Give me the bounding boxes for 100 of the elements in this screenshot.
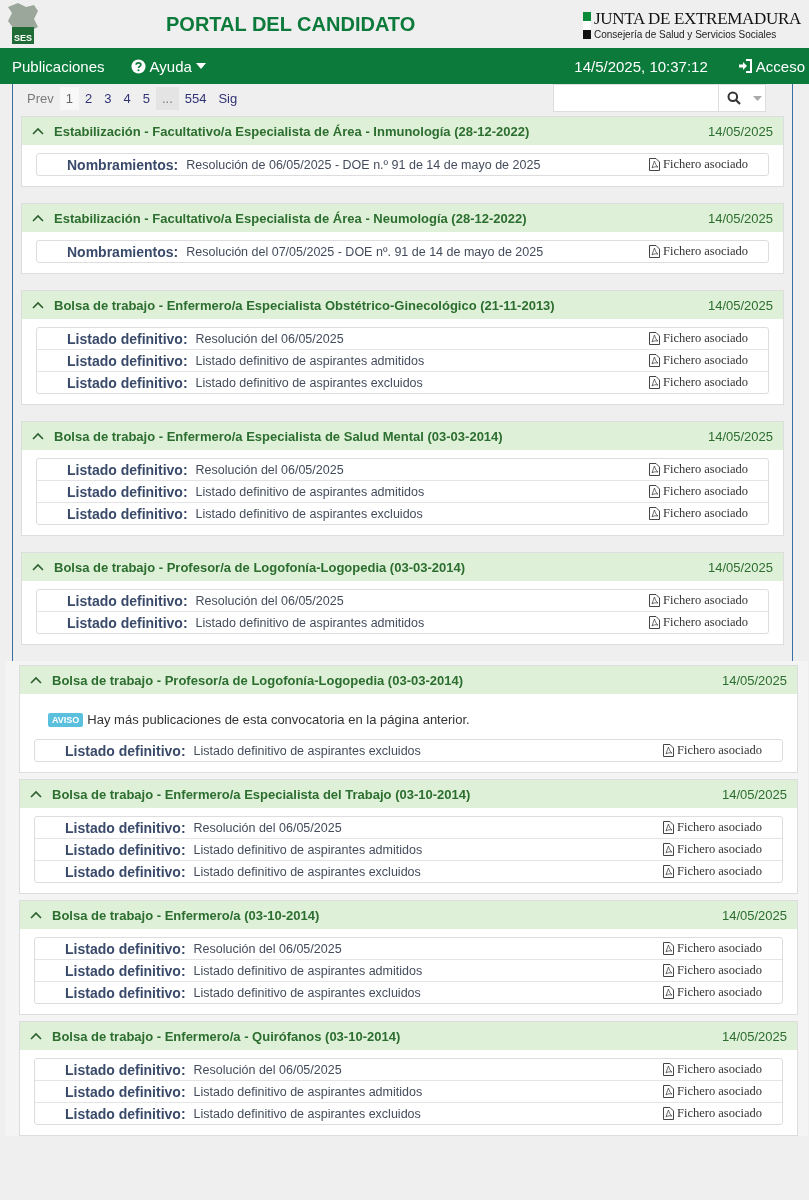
publication-header[interactable]: Estabilización - Facultativo/a Especialista de Área - Inmunología (28-12-2022) 14/05/2025 [22,117,783,145]
row-text: Resolución del 06/05/2025 [195,593,344,608]
row-text: Resolución del 06/05/2025 [193,941,342,956]
row-text: Listado definitivo de aspirantes excluidos [193,1106,421,1121]
file-link[interactable]: Fichero asociado [662,941,762,956]
file-link[interactable]: Fichero asociado [662,985,762,1000]
publication-header[interactable]: Bolsa de trabajo - Enfermero/a Especialista Obstétrico-Ginecológico (21-11-2013) 14/05/2025 [22,291,783,319]
portal-title: PORTAL DEL CANDIDATO [166,12,416,36]
publication-date: 14/05/2025 [707,559,773,575]
row-text: Listado definitivo de aspirantes excluidos [193,985,421,1000]
nav-link[interactable]: Publicaciones [12,57,105,75]
row-label: Listado definitivo: [67,352,188,369]
file-link[interactable]: Fichero asociado [662,864,762,879]
file-link[interactable]: Fichero asociado [648,462,748,477]
page-link[interactable]: 1 [59,86,79,110]
publication-header[interactable]: Estabilización - Facultativo/a Especialista de Área - Neumología (28-12-2022) 14/05/2025 [22,204,783,232]
file-link[interactable]: Fichero asociado [648,331,748,346]
publication-date: 14/05/2025 [721,786,787,802]
chevron-icon [30,1032,42,1040]
sign-in-icon [737,59,752,73]
row-label: Listado definitivo: [67,330,188,347]
pdf-file-icon [648,245,660,258]
file-link[interactable]: Fichero asociado [662,743,762,758]
chevron-icon [32,301,44,309]
publication-title: Bolsa de trabajo - Profesor/a de Logofonía-Logopedia (03-03-2014) [54,559,466,575]
row-text: Listado definitivo de aspirantes admitidos [195,484,425,499]
page-link[interactable]: 554 [178,86,213,110]
file-link[interactable]: Fichero asociado [648,615,748,630]
page-link[interactable]: 3 [98,86,118,110]
chevron-icon [32,563,44,571]
file-link[interactable]: Fichero asociado [648,353,748,368]
row-text: Resolución del 06/05/2025 [193,1062,342,1077]
file-link[interactable]: Fichero asociado [662,1062,762,1077]
publication-header[interactable]: Bolsa de trabajo - Enfermero/a Especialista del Trabajo (03-10-2014) 14/05/2025 [20,780,797,808]
logo-text: SES [14,33,32,43]
publication-date: 14/05/2025 [707,123,773,139]
row-label: Listado definitivo: [65,984,186,1001]
row-label: Listado definitivo: [67,592,188,609]
chevron-icon [32,127,44,135]
file-link[interactable]: Fichero asociado [648,484,748,499]
publication-header[interactable]: Bolsa de trabajo - Profesor/a de Logofonía-Logopedia (03-03-2014) 14/05/2025 [22,553,783,581]
row-label: Nombramientos: [67,243,179,260]
file-link[interactable]: Fichero asociado [662,820,762,835]
row-label: Listado definitivo: [65,940,186,957]
search-field[interactable] [553,84,766,112]
pdf-file-icon [662,744,674,757]
pdf-file-icon [648,594,660,607]
publication-title: Bolsa de trabajo - Enfermero/a Especialista del Trabajo (03-10-2014) [52,786,471,802]
file-link[interactable]: Fichero asociado [648,506,748,521]
publication-title: Estabilización - Facultativo/a Especialista de Área - Inmunología (28-12-2022) [54,123,530,139]
help-icon [130,58,146,74]
pdf-file-icon [662,843,674,856]
publication-header[interactable]: Bolsa de trabajo - Enfermero/a (03-10-2014) 14/05/2025 [20,901,797,929]
file-link[interactable]: Fichero asociado [648,244,748,259]
publication-header[interactable]: Bolsa de trabajo - Enfermero/a Especialista de Salud Mental (03-03-2014) 14/05/2025 [22,422,783,450]
page-link[interactable]: Sig [212,86,244,110]
notice-text: Hay más publicaciones de esta convocatoria en la página anterior. [87,712,470,727]
help-menu[interactable]: Ayuda [130,57,206,75]
pdf-file-icon [662,1107,674,1120]
page-link: ... [155,86,179,110]
file-link[interactable]: Fichero asociado [662,1084,762,1099]
publication-title: Bolsa de trabajo - Enfermero/a Especialista de Salud Mental (03-03-2014) [54,428,503,444]
pdf-file-icon [648,376,660,389]
row-label: Listado definitivo: [67,374,188,391]
page-link[interactable]: 2 [78,86,99,110]
caret-icon [195,63,206,69]
pdf-file-icon [648,507,660,520]
date-time: 14/5/2025, 10:37:12 [574,57,708,75]
pdf-file-icon [662,865,674,878]
publication-title: Bolsa de trabajo - Profesor/a de Logofonía-Logopedia (03-03-2014) [52,672,464,688]
row-text: Listado definitivo de aspirantes admitidos [193,1084,423,1099]
organization-subtitle: Consejería de Salud y Servicios Sociales [593,28,778,40]
login-link[interactable]: Acceso [737,57,805,75]
page-link[interactable]: 5 [136,86,156,110]
search-icon [727,91,741,105]
row-label: Listado definitivo: [65,742,186,759]
file-link[interactable]: Fichero asociado [662,963,762,978]
row-text: Listado definitivo de aspirantes excluidos [195,375,423,390]
pdf-file-icon [662,942,674,955]
file-link[interactable]: Fichero asociado [648,157,748,172]
row-label: Listado definitivo: [67,614,188,631]
row-text: Listado definitivo de aspirantes admitidos [193,963,423,978]
row-text: Resolución del 06/05/2025 [193,820,342,835]
pdf-file-icon [662,986,674,999]
file-link[interactable]: Fichero asociado [662,842,762,857]
publication-title: Bolsa de trabajo - Enfermero/a - Quirófanos (03-10-2014) [52,1028,401,1044]
pdf-file-icon [648,158,660,171]
notice-badge: AVISO [48,712,84,727]
publication-header[interactable]: Bolsa de trabajo - Enfermero/a - Quirófanos (03-10-2014) 14/05/2025 [20,1022,797,1050]
organization-name: JUNTA DE EXTREMADURA [593,8,801,29]
pdf-file-icon [648,332,660,345]
file-link[interactable]: Fichero asociado [648,593,748,608]
publication-date: 14/05/2025 [707,210,773,226]
page-link[interactable]: 4 [117,86,137,110]
publication-header[interactable]: Bolsa de trabajo - Profesor/a de Logofonía-Logopedia (03-03-2014) 14/05/2025 [20,666,797,694]
row-text: Resolución de 06/05/2025 - DOE n.º 91 de 14 de mayo de 2025 [186,157,541,172]
file-link[interactable]: Fichero asociado [662,1106,762,1121]
flag-icon [582,11,591,40]
file-link[interactable]: Fichero asociado [648,375,748,390]
page-link: Prev [26,89,55,108]
